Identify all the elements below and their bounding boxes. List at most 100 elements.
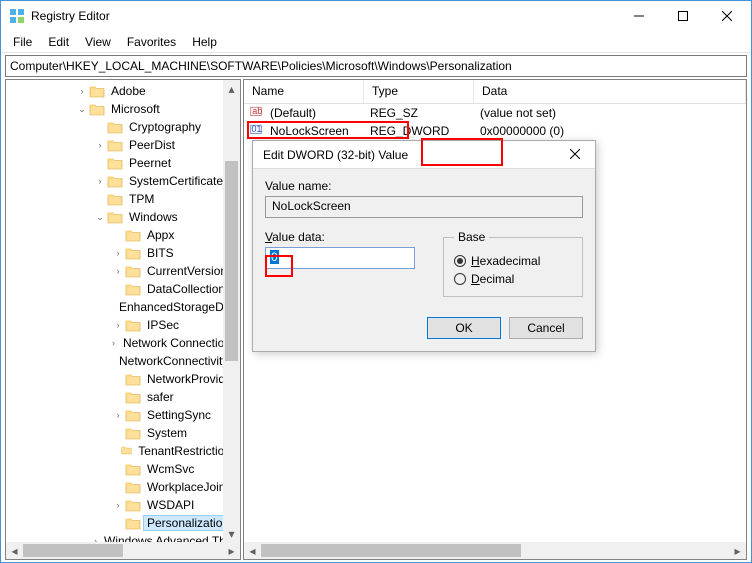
chevron-right-icon[interactable]: › (112, 265, 124, 277)
folder-icon (125, 462, 141, 476)
tree-item-settingsync[interactable]: ›SettingSync (6, 406, 240, 424)
col-name[interactable]: Name (244, 80, 364, 103)
chevron-right-icon[interactable]: › (76, 85, 88, 97)
chevron-right-icon[interactable]: › (94, 139, 106, 151)
menu-edit[interactable]: Edit (40, 33, 77, 51)
edit-dword-dialog: Edit DWORD (32-bit) Value Value name: No… (252, 140, 596, 352)
maximize-button[interactable] (661, 2, 705, 30)
col-type[interactable]: Type (364, 80, 474, 103)
registry-tree[interactable]: ›Adobe ⌄ Microsoft Cryptography ›PeerDist Pee… (6, 80, 240, 552)
scroll-right-icon[interactable]: ▸ (729, 542, 746, 559)
tree-item-peernet[interactable]: Peernet (6, 154, 240, 172)
scroll-right-icon[interactable]: ▸ (223, 542, 240, 559)
tree-item-label: safer (144, 390, 177, 404)
folder-icon (107, 120, 123, 134)
minimize-button[interactable] (617, 2, 661, 30)
tree-item-appx[interactable]: Appx (6, 226, 240, 244)
tree-item-ipsec[interactable]: ›IPSec (6, 316, 240, 334)
menu-help[interactable]: Help (184, 33, 225, 51)
tree-item-wcmsvc[interactable]: WcmSvc (6, 460, 240, 478)
chevron-right-icon[interactable]: › (112, 247, 124, 259)
no-expand-icon (112, 229, 124, 241)
radio-icon (454, 255, 466, 267)
chevron-right-icon[interactable]: › (112, 319, 124, 331)
tree-item-personalization[interactable]: Personalization (6, 514, 240, 532)
scroll-up-icon[interactable]: ▴ (223, 80, 240, 97)
scroll-down-icon[interactable]: ▾ (223, 525, 240, 542)
value-row[interactable]: ab(Default)REG_SZ(value not set) (244, 104, 746, 122)
close-button[interactable] (705, 2, 749, 30)
tree-pane: ›Adobe ⌄ Microsoft Cryptography ›PeerDist Pee… (5, 79, 241, 560)
folder-icon (125, 390, 141, 404)
folder-icon (116, 336, 117, 350)
tree-item-tpm[interactable]: TPM (6, 190, 240, 208)
chevron-right-icon[interactable]: › (112, 337, 115, 349)
folder-icon (125, 282, 141, 296)
chevron-down-icon[interactable]: ⌄ (94, 211, 106, 223)
no-expand-icon (112, 391, 124, 403)
tree-item-label: NetworkConnectivityStatusIndicator (116, 354, 240, 368)
tree-item-wsdapi[interactable]: ›WSDAPI (6, 496, 240, 514)
tree-scrollbar-horizontal[interactable]: ◂ ▸ (6, 542, 240, 559)
tree-item-peerdist[interactable]: ›PeerDist (6, 136, 240, 154)
menu-favorites[interactable]: Favorites (119, 33, 184, 51)
menu-file[interactable]: File (5, 33, 40, 51)
value-name-field: NoLockScreen (265, 196, 583, 218)
value-row[interactable]: 011NoLockScreenREG_DWORD0x00000000 (0) (244, 122, 746, 140)
tree-item-workplacejoin[interactable]: WorkplaceJoin (6, 478, 240, 496)
tree-item-label: CurrentVersion (144, 264, 230, 278)
list-header: Name Type Data (244, 80, 746, 104)
no-expand-icon (94, 157, 106, 169)
col-data[interactable]: Data (474, 80, 746, 103)
ok-button[interactable]: OK (427, 317, 501, 339)
address-bar[interactable]: Computer\HKEY_LOCAL_MACHINE\SOFTWARE\Pol… (5, 55, 747, 77)
tree-item-label: Personalization (144, 516, 232, 530)
tree-item-bits[interactable]: ›BITS (6, 244, 240, 262)
folder-icon (125, 498, 141, 512)
tree-item-networkprovider[interactable]: NetworkProvider (6, 370, 240, 388)
radio-icon (454, 273, 466, 285)
dialog-close-button[interactable] (555, 148, 595, 162)
scroll-left-icon[interactable]: ◂ (244, 542, 261, 559)
window-title: Registry Editor (31, 9, 617, 23)
tree-item-cryptography[interactable]: Cryptography (6, 118, 240, 136)
tree-item-enhancedstoragedevices[interactable]: EnhancedStorageDevices (6, 298, 240, 316)
radio-hexadecimal[interactable]: Hexadecimal (454, 254, 572, 268)
tree-item-windows[interactable]: ⌄Windows (6, 208, 240, 226)
tree-item-safer[interactable]: safer (6, 388, 240, 406)
menu-view[interactable]: View (77, 33, 119, 51)
chevron-right-icon[interactable]: › (94, 175, 106, 187)
tree-item-network-connections[interactable]: ›Network Connections (6, 334, 240, 352)
tree-item-adobe[interactable]: ›Adobe (6, 82, 240, 100)
folder-icon (125, 246, 141, 260)
folder-icon (125, 408, 141, 422)
tree-item-label: Peernet (126, 156, 174, 170)
chevron-down-icon[interactable]: ⌄ (76, 103, 88, 115)
tree-scrollbar-vertical[interactable]: ▴ ▾ (223, 80, 240, 542)
string-value-icon: ab (248, 105, 264, 121)
dialog-titlebar[interactable]: Edit DWORD (32-bit) Value (253, 141, 595, 169)
tree-item-system[interactable]: System (6, 424, 240, 442)
value-data-input[interactable]: 0 (265, 247, 415, 269)
no-expand-icon (112, 373, 124, 385)
scroll-left-icon[interactable]: ◂ (6, 542, 23, 559)
chevron-right-icon[interactable]: › (112, 409, 124, 421)
tree-item-datacollection[interactable]: DataCollection (6, 280, 240, 298)
no-expand-icon (112, 463, 124, 475)
tree-item-label: DataCollection (144, 282, 228, 296)
tree-item-tenantrestrictions[interactable]: TenantRestrictions (6, 442, 240, 460)
titlebar[interactable]: Registry Editor (1, 1, 751, 31)
regedit-icon (9, 8, 25, 24)
tree-item-label: Microsoft (108, 102, 163, 116)
chevron-right-icon[interactable]: › (112, 499, 124, 511)
menubar: File Edit View Favorites Help (1, 31, 751, 53)
tree-item-currentversion[interactable]: › CurrentVersion (6, 262, 240, 280)
no-expand-icon (94, 193, 106, 205)
tree-item-microsoft[interactable]: ⌄ Microsoft (6, 100, 240, 118)
tree-item-label: Cryptography (126, 120, 204, 134)
cancel-button[interactable]: Cancel (509, 317, 583, 339)
tree-item-systemcertificates[interactable]: ›SystemCertificates (6, 172, 240, 190)
radio-decimal[interactable]: Decimal (454, 272, 572, 286)
tree-item-networkconnectivitystatusindicator[interactable]: NetworkConnectivityStatusIndicator (6, 352, 240, 370)
list-scrollbar-horizontal[interactable]: ◂ ▸ (244, 542, 746, 559)
